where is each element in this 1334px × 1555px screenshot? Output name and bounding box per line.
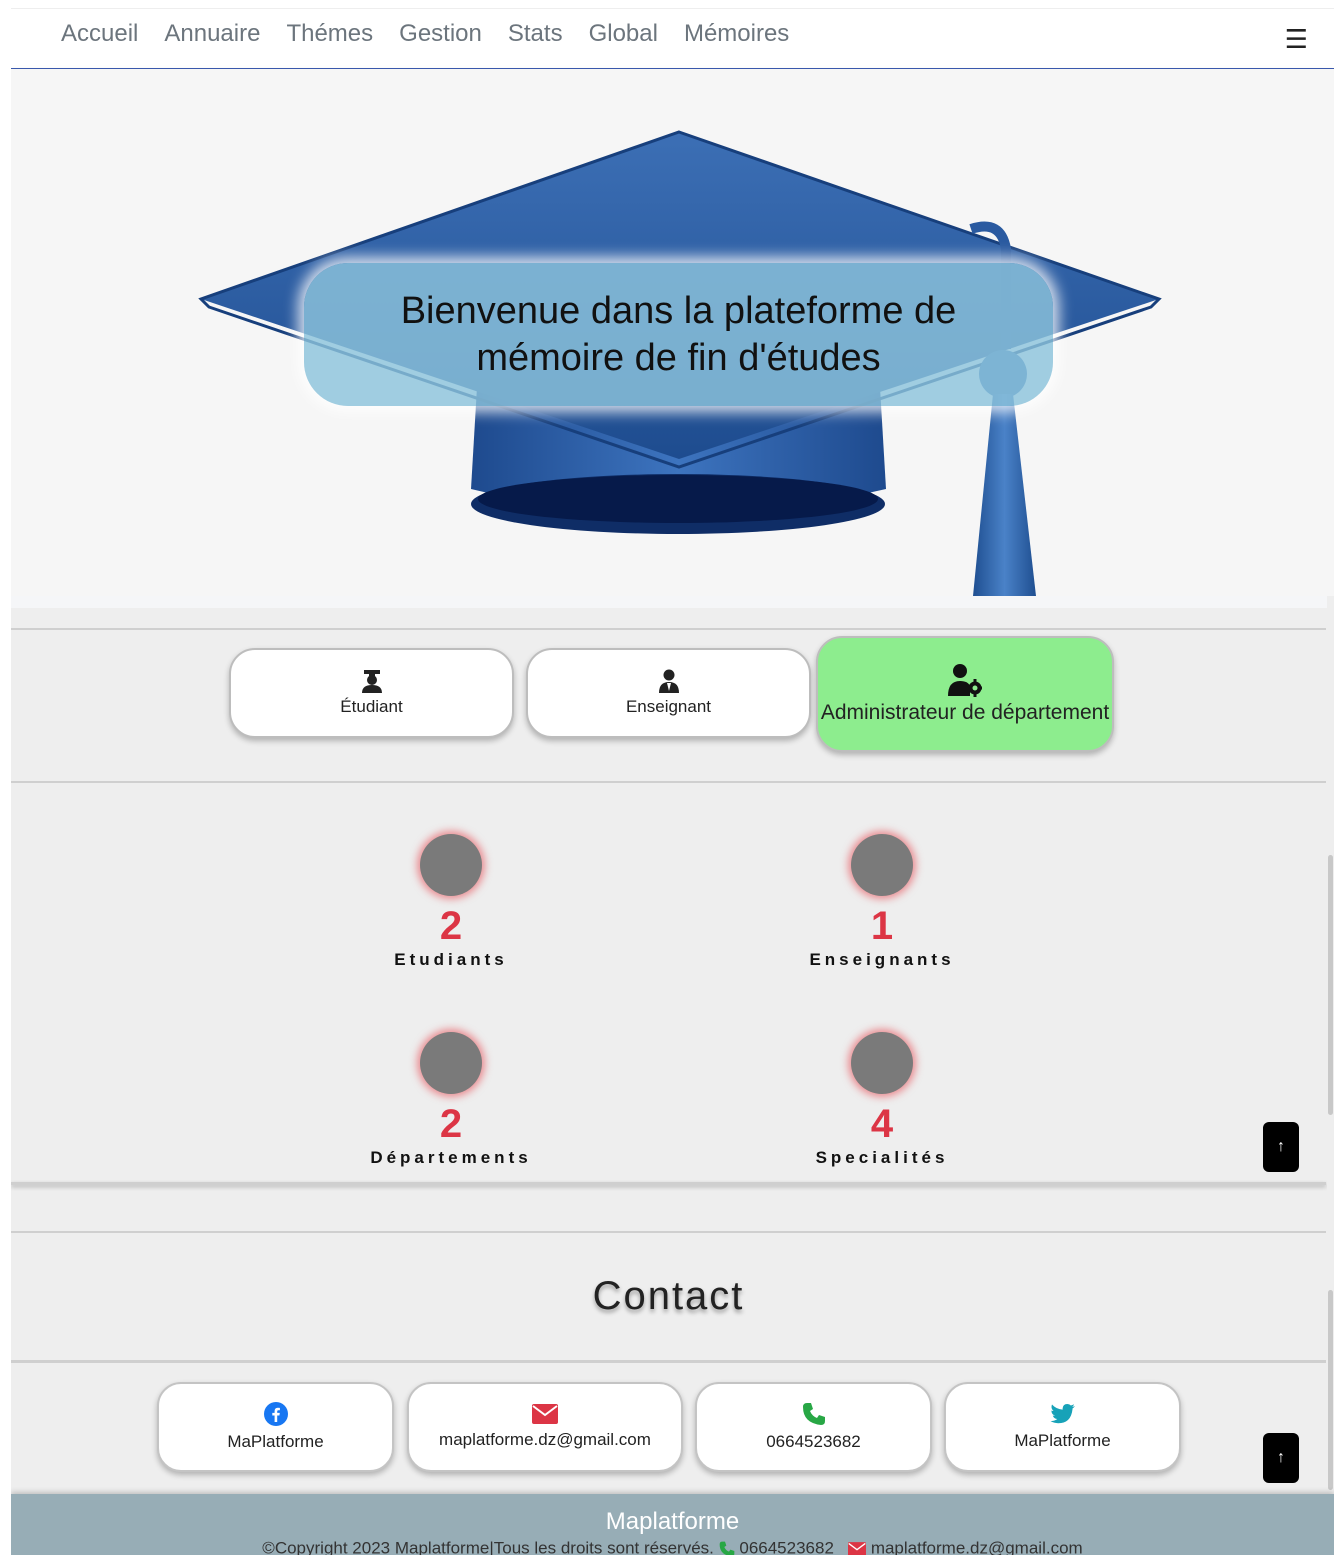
hero-banner: Bienvenue dans la plateforme de mémoire … (11, 69, 1334, 596)
hamburger-icon[interactable]: ☰ (1285, 26, 1308, 52)
copyright-text: ©Copyright 2023 Maplatforme|Tous les dro… (262, 1538, 714, 1555)
divider (11, 1231, 1326, 1233)
facebook-icon (263, 1402, 288, 1426)
scroll-to-top-button[interactable]: ↑ (1263, 1433, 1299, 1483)
role-button-administrateur[interactable]: Administrateur de département (816, 636, 1114, 752)
envelope-icon (532, 1404, 558, 1424)
stat-label: Specialités (815, 1148, 949, 1167)
divider (11, 1360, 1326, 1363)
teacher-icon (658, 669, 679, 693)
nav-link-global[interactable]: Global (589, 20, 658, 48)
hero-bottom-strip (11, 596, 1334, 608)
contact-card-facebook[interactable]: MaPlatforme (157, 1382, 394, 1472)
stat-circle (851, 1032, 913, 1094)
nav-link-memoires[interactable]: Mémoires (684, 20, 789, 48)
role-label: Étudiant (340, 697, 403, 716)
footer: Maplatforme ©Copyright 2023 Maplatforme|… (11, 1494, 1334, 1555)
contact-card-twitter[interactable]: MaPlatforme (944, 1382, 1181, 1472)
phone-icon (802, 1403, 825, 1425)
contact-title: Contact (592, 1274, 745, 1318)
footer-email: maplatforme.dz@gmail.com (870, 1538, 1083, 1555)
welcome-box: Bienvenue dans la plateforme de mémoire … (304, 263, 1053, 406)
stat-value: 4 (870, 1102, 894, 1146)
envelope-icon (848, 1541, 867, 1555)
arrow-up-icon: ↑ (1277, 1138, 1285, 1155)
divider (11, 628, 1326, 630)
stat-circle (851, 834, 913, 896)
contact-label: MaPlatforme (227, 1432, 324, 1451)
contact-label: 0664523682 (766, 1432, 861, 1451)
footer-copyright-line: ©Copyright 2023 Maplatforme|Tous les dro… (11, 1538, 1334, 1555)
nav-link-themes[interactable]: Thémes (286, 20, 373, 48)
stat-value: 2 (439, 1102, 463, 1146)
phone-icon (719, 1541, 734, 1555)
nav-divider (11, 8, 1334, 9)
arrow-up-icon: ↑ (1277, 1449, 1285, 1466)
page: Accueil Annuaire Thémes Gestion Stats Gl… (11, 0, 1334, 1555)
stat-departements: 2 Départements (301, 1032, 601, 1168)
user-gear-icon (948, 664, 982, 697)
contact-label: maplatforme.dz@gmail.com (439, 1430, 651, 1449)
graduate-icon (361, 670, 382, 693)
contact-card-phone[interactable]: 0664523682 (695, 1382, 932, 1472)
welcome-text: Bienvenue dans la plateforme de mémoire … (400, 289, 957, 379)
footer-phone: 0664523682 (739, 1538, 834, 1555)
divider (11, 781, 1326, 783)
top-navbar: Accueil Annuaire Thémes Gestion Stats Gl… (11, 0, 1334, 69)
nav-link-accueil[interactable]: Accueil (61, 20, 138, 48)
nav-link-stats[interactable]: Stats (508, 20, 563, 48)
stat-specialites: 4 Specialités (732, 1032, 1032, 1168)
divider (11, 1182, 1326, 1185)
stat-label: Etudiants (394, 950, 508, 969)
contact-card-email[interactable]: maplatforme.dz@gmail.com (407, 1382, 683, 1472)
role-button-enseignant[interactable]: Enseignant (526, 648, 811, 738)
role-button-etudiant[interactable]: Étudiant (229, 648, 514, 738)
stat-circle (420, 834, 482, 896)
nav-link-annuaire[interactable]: Annuaire (164, 20, 260, 48)
contact-label: MaPlatforme (1014, 1431, 1111, 1450)
twitter-icon (1050, 1404, 1075, 1424)
stat-label: Départements (370, 1148, 532, 1167)
stat-circle (420, 1032, 482, 1094)
footer-title: Maplatforme (605, 1508, 740, 1535)
nav-links: Accueil Annuaire Thémes Gestion Stats Gl… (61, 20, 789, 48)
nav-link-gestion[interactable]: Gestion (399, 20, 482, 48)
stat-enseignants: 1 Enseignants (732, 834, 1032, 970)
stat-value: 2 (439, 904, 463, 948)
stat-etudiants: 2 Etudiants (301, 834, 601, 970)
stat-label: Enseignants (809, 950, 955, 969)
scroll-to-top-button[interactable]: ↑ (1263, 1122, 1299, 1172)
role-label: Administrateur de département (820, 701, 1110, 724)
role-label: Enseignant (625, 697, 712, 716)
scrollbar-thumb[interactable] (1328, 1290, 1333, 1490)
scrollbar-thumb[interactable] (1328, 855, 1333, 1115)
stat-value: 1 (870, 904, 894, 948)
